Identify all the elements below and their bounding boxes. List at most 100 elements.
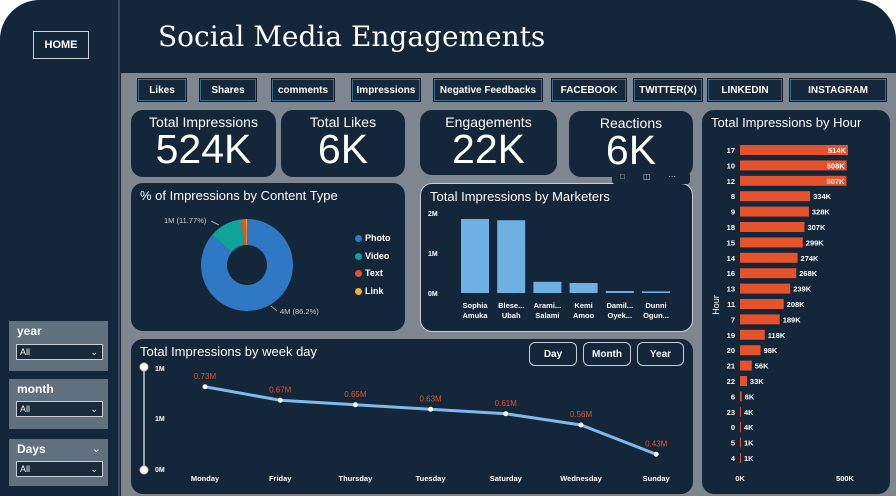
year-slicer: year All ⌄ <box>9 321 108 371</box>
comments-button[interactable]: comments <box>272 79 334 101</box>
impressions-button[interactable]: Impressions <box>352 79 420 101</box>
data-point <box>503 411 509 417</box>
hour-label: 23 <box>727 408 735 417</box>
negative-feedbacks-button[interactable]: Negative Feedbacks <box>434 79 542 101</box>
month-slicer-label: month <box>17 382 54 396</box>
filter-icon[interactable]: ◫ <box>643 172 651 181</box>
value-label: 268K <box>799 269 818 278</box>
hour-bar-18 <box>740 222 805 232</box>
value-label: 239K <box>793 285 812 294</box>
x-tick-label: Dunni <box>645 301 666 310</box>
kpi-card-impressions: Total Impressions 524K <box>131 110 276 177</box>
bar-2 <box>533 281 562 293</box>
hour-bar-7 <box>740 314 780 325</box>
leader-line <box>210 220 220 226</box>
data-point <box>578 422 584 428</box>
hour-label: 14 <box>727 254 736 263</box>
data-label: 0.65M <box>344 390 367 399</box>
slider-tick-label: 1M <box>155 366 165 373</box>
hour-label: 17 <box>727 146 735 155</box>
twitter-button[interactable]: TWITTER(X) <box>634 79 702 101</box>
legend-dot <box>355 253 362 261</box>
x-tick-label: Sophia <box>462 301 488 310</box>
chevron-down-icon: ⌄ <box>90 347 98 357</box>
kpi-value: 524K <box>155 126 252 172</box>
more-options-icon[interactable]: ⋯ <box>668 172 676 181</box>
home-button[interactable]: HOME <box>33 31 89 59</box>
bar-3 <box>569 283 598 293</box>
chevron-down-icon[interactable]: ⌄ <box>92 442 101 455</box>
legend-label: Video <box>365 251 390 261</box>
month-dropdown[interactable]: All ⌄ <box>16 401 103 417</box>
likes-button[interactable]: Likes <box>138 79 186 101</box>
y-tick-label: 1M <box>155 416 165 423</box>
instagram-button[interactable]: INSTAGRAM <box>790 79 886 101</box>
data-point <box>352 402 358 408</box>
value-label: 208K <box>787 300 806 309</box>
hour-label: 0 <box>731 423 735 432</box>
data-label: 0.63M <box>419 394 442 403</box>
hour-label: 16 <box>727 269 735 278</box>
leader-line <box>270 305 278 312</box>
linkedin-button[interactable]: LINKEDIN <box>708 79 782 101</box>
data-label: 0.43M <box>645 439 668 448</box>
legend-photo: Photo <box>355 233 391 243</box>
x-tick-label: Monday <box>191 474 220 483</box>
x-tick-label: 0K <box>735 474 745 483</box>
hour-bar-21 <box>740 360 752 371</box>
year-dropdown-value: All <box>20 347 31 357</box>
hour-bar-23 <box>740 406 741 417</box>
data-label: 0.73M <box>194 372 217 381</box>
kpi-card-engagements: Engagements 22K <box>420 110 557 175</box>
page-frame: HOME year All ⌄ month All ⌄ Days ⌄ All ⌄… <box>0 0 896 496</box>
hour-label: 20 <box>727 346 735 355</box>
hour-label: 22 <box>727 377 735 386</box>
year-slicer-label: year <box>17 324 42 338</box>
year-dropdown[interactable]: All ⌄ <box>16 344 103 360</box>
shares-button[interactable]: Shares <box>200 79 256 101</box>
hour-bar-14 <box>740 252 798 263</box>
value-label: 1K <box>744 454 754 463</box>
page-title: Social Media Engagements <box>158 20 546 53</box>
facebook-button[interactable]: FACEBOOK <box>552 79 626 101</box>
hour-label: 8 <box>731 192 735 201</box>
data-label: 0.56M <box>570 410 593 419</box>
data-point <box>653 451 659 457</box>
days-dropdown[interactable]: All ⌄ <box>16 461 103 477</box>
days-slicer: Days ⌄ All ⌄ <box>9 439 108 486</box>
y-axis-title: Hour <box>711 295 721 315</box>
hour-bar-5 <box>740 437 741 448</box>
value-label: 56K <box>755 362 769 371</box>
chevron-down-icon: ⌄ <box>90 404 98 414</box>
x-tick-label: Blese... <box>498 301 524 310</box>
value-label: 328K <box>812 208 831 217</box>
hour-label: 18 <box>727 223 735 232</box>
hour-bar-9 <box>740 206 809 217</box>
days-slicer-label: Days <box>17 442 46 456</box>
marketers-bar-chart: 0M 1M 2M SophiaAmuka Blese...Ubah Arami...Sal… <box>428 211 670 320</box>
legend-label: Link <box>365 286 384 296</box>
hour-bar-16 <box>740 268 797 279</box>
x-tick-label: Damil... <box>606 301 633 310</box>
x-tick-label: Ogun... <box>643 311 669 320</box>
data-point <box>428 406 434 412</box>
hour-label: 11 <box>727 300 735 309</box>
value-label: 334K <box>813 192 832 201</box>
value-label: 4K <box>744 423 754 432</box>
x-tick-label: Salami <box>535 311 559 320</box>
hour-label: 4 <box>731 454 736 463</box>
data-label: 0.61M <box>495 399 518 408</box>
x-tick-label: Wednesday <box>560 474 602 483</box>
focus-mode-icon[interactable]: □ <box>620 172 625 181</box>
month-slicer: month All ⌄ <box>9 379 108 429</box>
x-tick-label: Saturday <box>490 474 523 483</box>
left-sidebar: HOME year All ⌄ month All ⌄ Days ⌄ All ⌄ <box>0 0 120 496</box>
value-label: 33K <box>750 377 764 386</box>
weekday-line-chart: 1M 0M 1M 0.73M Monday 0.67M Friday 0.65M Thursda… <box>139 362 671 483</box>
hour-bar-chart: Hour17 514K10 508K12 507K8 334K9 328K18 307K15… <box>711 145 855 483</box>
y-tick-label: 0M <box>428 291 438 298</box>
kpi-value: 6K <box>605 127 657 173</box>
hour-bar-8 <box>740 191 811 202</box>
kpi-value: 6K <box>317 126 369 172</box>
hour-bar-11 <box>740 299 784 309</box>
